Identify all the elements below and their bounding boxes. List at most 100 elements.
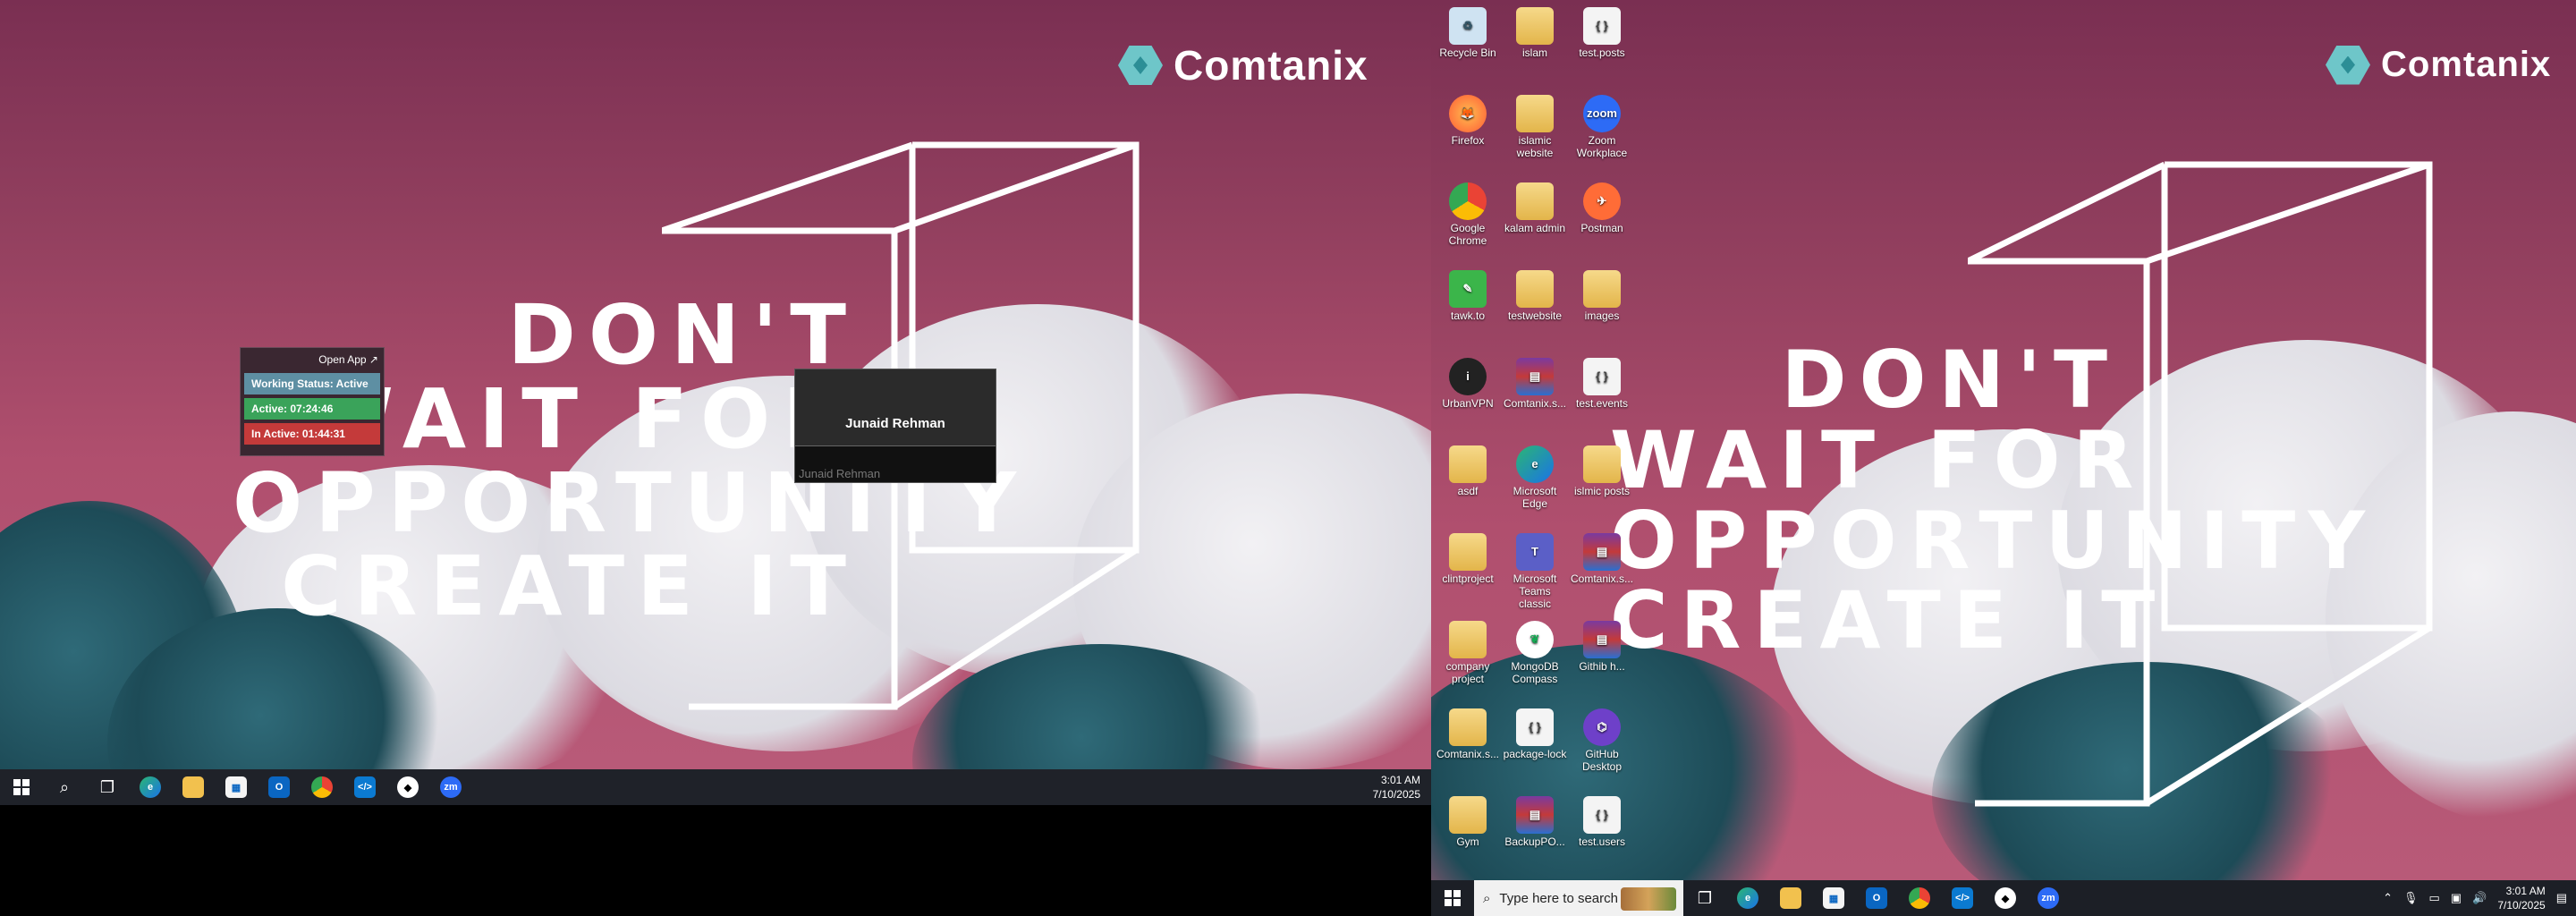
- taskbar-edge[interactable]: e: [129, 769, 172, 805]
- winrar-icon: ▤: [1516, 796, 1554, 834]
- start-button[interactable]: [1431, 880, 1474, 916]
- desktop-icon-label: GitHub Desktop: [1581, 748, 1623, 773]
- search-button[interactable]: ⌕: [43, 769, 86, 805]
- taskbar-outlook[interactable]: O: [258, 769, 301, 805]
- desktop-icon-label: test.posts: [1579, 47, 1625, 59]
- task-view-button[interactable]: ❐: [1683, 880, 1726, 916]
- desktop-icon-label: Google Chrome: [1448, 222, 1487, 247]
- desktop-icon[interactable]: ▤ Githib h...: [1569, 615, 1635, 673]
- logo-text: Comtanix: [2381, 45, 2552, 84]
- desktop-icon[interactable]: islam: [1502, 2, 1568, 59]
- task-view-icon: ❐: [99, 777, 115, 796]
- desktop-icon[interactable]: 🦊 Firefox: [1435, 89, 1501, 147]
- desktop-icon[interactable]: ▤ Comtanix.s...: [1569, 528, 1635, 585]
- desktop-icon[interactable]: ✎ tawk.to: [1435, 265, 1501, 322]
- folder-icon: [1516, 7, 1554, 45]
- desktop-icon[interactable]: asdf: [1435, 440, 1501, 497]
- clock-date: 7/10/2025: [2497, 899, 2546, 912]
- desktop-icon[interactable]: Comtanix.s...: [1435, 703, 1501, 760]
- taskbar-file-explorer[interactable]: [172, 769, 215, 805]
- taskbar-search-box[interactable]: ⌕ Type here to search: [1474, 880, 1683, 916]
- quote-line: OPPORTUNITY: [1610, 494, 2378, 587]
- winrar-icon: ▤: [1583, 533, 1621, 571]
- vscode-icon: </>: [354, 776, 376, 798]
- notification-icon[interactable]: ▤: [2556, 891, 2576, 905]
- desktop-icon-label: Microsoft Edge: [1513, 485, 1557, 510]
- quote-line: CREATE IT: [1610, 574, 2168, 667]
- taskbar-urbanvpn[interactable]: ◆: [386, 769, 429, 805]
- desktop-icon[interactable]: { } package-lock: [1502, 703, 1568, 760]
- clock-date: 7/10/2025: [1372, 788, 1420, 801]
- chevron-up-icon[interactable]: ⌃: [2383, 891, 2393, 905]
- network-icon[interactable]: ▭: [2429, 891, 2440, 905]
- chrome-icon: [1449, 182, 1487, 220]
- taskbar-file-explorer[interactable]: [1769, 880, 1812, 916]
- desktop-icon-label: Microsoft Teams classic: [1513, 572, 1557, 610]
- desktop-icon[interactable]: islamic website: [1502, 89, 1568, 159]
- folder-icon: [1449, 796, 1487, 834]
- time-tracker-widget[interactable]: Open App ↗ Working Status: Active Active…: [240, 347, 385, 456]
- left-taskbar: ⌕ ❐ e ▦ O </> ◆ zm 3:01 AM 7/10/2025: [0, 769, 1431, 805]
- taskbar-chrome[interactable]: [1898, 880, 1941, 916]
- desktop-icon[interactable]: T Microsoft Teams classic: [1502, 528, 1568, 610]
- taskbar-store[interactable]: ▦: [215, 769, 258, 805]
- desktop-icon[interactable]: kalam admin: [1502, 177, 1568, 234]
- desktop-icon[interactable]: { } test.events: [1569, 352, 1635, 410]
- desktop-icon[interactable]: images: [1569, 265, 1635, 322]
- display-icon[interactable]: ▣: [2451, 891, 2462, 905]
- desktop-icon[interactable]: { } test.users: [1569, 791, 1635, 848]
- desktop-icon[interactable]: { } test.posts: [1569, 2, 1635, 59]
- taskbar-vscode[interactable]: </>: [343, 769, 386, 805]
- volume-icon[interactable]: 🔊: [2472, 891, 2487, 905]
- outlook-icon: O: [268, 776, 290, 798]
- taskbar-store[interactable]: ▦: [1812, 880, 1855, 916]
- taskbar-chrome[interactable]: [301, 769, 343, 805]
- task-view-icon: ❐: [1697, 888, 1713, 907]
- github-icon: ⌬: [1583, 708, 1621, 746]
- search-placeholder: Type here to search: [1499, 890, 1618, 906]
- microphone-icon[interactable]: 🎙: [2403, 891, 2419, 905]
- desktop-icon-label: asdf: [1457, 485, 1479, 497]
- system-clock[interactable]: 3:01 AM 7/10/2025: [2497, 884, 2545, 912]
- taskbar-edge[interactable]: e: [1726, 880, 1769, 916]
- zoom-icon: zoom: [1583, 95, 1621, 132]
- mongodb-icon: ❦: [1516, 621, 1554, 658]
- store-icon: ▦: [1823, 887, 1844, 909]
- desktop-icon[interactable]: ♻ Recycle Bin: [1435, 2, 1501, 59]
- clock-time: 3:01 AM: [1380, 774, 1420, 786]
- taskbar-outlook[interactable]: O: [1855, 880, 1898, 916]
- desktop-icon[interactable]: Google Chrome: [1435, 177, 1501, 247]
- desktop-icon-label: kalam admin: [1504, 222, 1566, 234]
- taskbar-zoom[interactable]: zm: [429, 769, 472, 805]
- task-view-button[interactable]: ❐: [86, 769, 129, 805]
- desktop-icon[interactable]: testwebsite: [1502, 265, 1568, 322]
- desktop-icon[interactable]: ▤ BackupPO...: [1502, 791, 1568, 848]
- taskbar-zoom[interactable]: zm: [2027, 880, 2070, 916]
- motivational-quote: DON'T WAIT FOR OPPORTUNITY CREATE IT: [233, 293, 1016, 629]
- desktop-icon[interactable]: company project: [1435, 615, 1501, 685]
- chrome-icon: [311, 776, 333, 798]
- desktop-icon[interactable]: islmic posts: [1569, 440, 1635, 497]
- desktop-icon[interactable]: e Microsoft Edge: [1502, 440, 1568, 510]
- taskbar-vscode[interactable]: </>: [1941, 880, 1984, 916]
- desktop-icon[interactable]: ❦ MongoDB Compass: [1502, 615, 1568, 685]
- taskbar-urbanvpn[interactable]: ◆: [1984, 880, 2027, 916]
- system-clock[interactable]: 3:01 AM 7/10/2025: [1373, 773, 1431, 802]
- desktop-icon[interactable]: clintproject: [1435, 528, 1501, 585]
- start-button[interactable]: [0, 769, 43, 805]
- open-app-link[interactable]: Open App ↗: [241, 348, 384, 369]
- window-preview-popup[interactable]: Junaid Rehman Junaid Rehman: [794, 369, 996, 483]
- desktop-icon[interactable]: ▤ Comtanix.s...: [1502, 352, 1568, 410]
- desktop-icon[interactable]: i UrbanVPN: [1435, 352, 1501, 410]
- left-monitor: Comtanix DON'T WAIT FOR OPPORTUNITY CREA…: [0, 0, 1431, 916]
- desktop-icon[interactable]: Gym: [1435, 791, 1501, 848]
- desktop-icon-label: UrbanVPN: [1442, 397, 1494, 410]
- desktop-icon[interactable]: ✈ Postman: [1569, 177, 1635, 234]
- desktop-icon[interactable]: ⌬ GitHub Desktop: [1569, 703, 1635, 773]
- desktop-icon-label: Firefox: [1451, 134, 1485, 147]
- desktop-icon[interactable]: zoom Zoom Workplace: [1569, 89, 1635, 159]
- comtanix-logo-icon: [2326, 45, 2370, 85]
- windows-icon: [1445, 890, 1461, 906]
- postman-icon: ✈: [1583, 182, 1621, 220]
- comtanix-logo-icon: [1118, 46, 1163, 85]
